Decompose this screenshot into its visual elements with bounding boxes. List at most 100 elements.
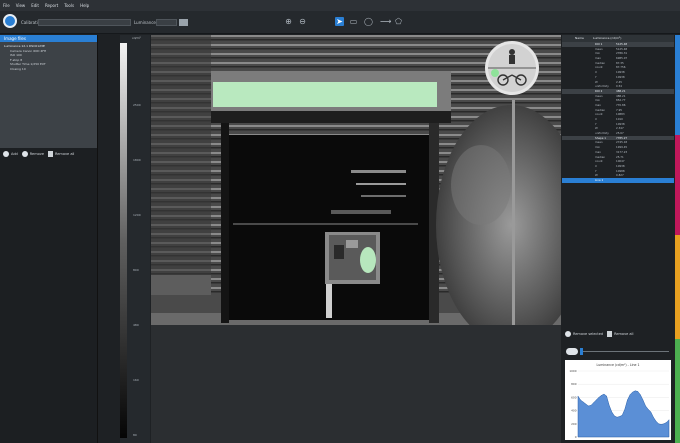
data-point	[580, 399, 581, 401]
data-point	[582, 401, 584, 403]
y-tick-label: 200	[571, 422, 577, 426]
polygon-tool-icon[interactable]: ⬠	[394, 17, 403, 26]
col-name[interactable]: Name	[562, 35, 585, 42]
y-tick-label: 0	[575, 435, 577, 439]
data-point	[650, 411, 652, 413]
plus-icon	[3, 151, 9, 157]
scale-gradient	[120, 43, 127, 438]
rectangle-tool-icon[interactable]: ▭	[349, 17, 358, 26]
remove-all-button[interactable]: Remove all	[48, 151, 74, 157]
select-tool-icon[interactable]: ➤	[335, 17, 344, 26]
file-buttons: Add Remove Remove all	[0, 148, 97, 160]
line-profile-chart: Luminance (cd/m²) - Line 1 1000 800 600 400…	[565, 360, 671, 440]
file-list: Luminance 12.1 DSC0123E Camera Canon 60D…	[0, 42, 97, 73]
color-strip	[675, 35, 680, 443]
data-point	[601, 395, 602, 396]
data-point	[619, 416, 620, 417]
luminance-select[interactable]	[156, 19, 177, 26]
data-point	[666, 422, 667, 423]
cell	[615, 178, 616, 183]
data-point	[668, 419, 670, 421]
chart-svg: Luminance (cd/m²) - Line 1 1000 800 600 400…	[569, 363, 670, 439]
data-point	[634, 390, 636, 392]
cell	[562, 178, 585, 183]
slider-handle[interactable]	[580, 348, 583, 355]
y-tick-label: 600	[571, 395, 577, 399]
data-point	[645, 405, 646, 407]
scale-tick: 800	[133, 268, 139, 272]
menu-tools[interactable]: Tools	[64, 3, 74, 8]
y-tick-label: 400	[571, 409, 577, 413]
menu-view[interactable]: View	[16, 3, 26, 8]
data-point	[640, 394, 641, 396]
data-point	[577, 395, 579, 397]
ellipse-tool-icon[interactable]: ◯	[364, 17, 373, 26]
data-point	[629, 394, 631, 396]
cell: 0.827	[616, 173, 624, 178]
series-area	[577, 390, 670, 438]
data-point	[585, 403, 587, 405]
scale-tick: 1200	[133, 213, 141, 217]
add-button[interactable]: Add	[3, 151, 18, 157]
y-tick-label: 800	[571, 382, 577, 386]
data-point	[603, 393, 605, 395]
zoom-in-icon[interactable]: ⊕	[284, 17, 293, 26]
data-point	[614, 415, 615, 417]
data-point	[624, 409, 626, 410]
data-point	[637, 391, 639, 392]
data-point	[642, 399, 644, 401]
trash-icon	[607, 331, 613, 337]
minus-icon	[565, 331, 571, 337]
measure-buttons: Remove selected Remove all	[565, 331, 634, 337]
line-tool-icon[interactable]: ⟶	[380, 17, 391, 26]
chart-title: Luminance (cd/m²) - Line 1	[596, 363, 639, 367]
cell: Line 1	[595, 177, 604, 182]
image-files-panel: Image files Luminance 12.1 DSC0123E Came…	[0, 35, 98, 443]
trash-icon	[48, 151, 53, 157]
color-strip-segment	[675, 35, 680, 135]
remove-button[interactable]: Remove	[21, 151, 44, 157]
slider-track[interactable]	[581, 351, 669, 352]
selected-row[interactable]: Line 1	[562, 177, 674, 183]
menu-bar: File View Edit Report Tools Help	[0, 0, 680, 11]
toggle-switch[interactable]	[566, 348, 578, 355]
data-point	[658, 423, 659, 425]
data-point	[660, 424, 662, 425]
zoom-out-icon[interactable]: ⊖	[298, 17, 307, 26]
data-point	[627, 399, 628, 401]
file-detail: Closing 10	[10, 66, 26, 71]
panel-title: Image files	[0, 35, 97, 42]
menu-help[interactable]: Help	[80, 3, 89, 8]
color-map-icon[interactable]	[179, 19, 188, 26]
menu-file[interactable]: File	[3, 3, 10, 8]
color-strip-segment	[675, 339, 680, 443]
data-point	[653, 416, 654, 418]
remove-selected-button[interactable]: Remove selected	[565, 331, 603, 337]
data-point	[663, 423, 665, 425]
data-point	[593, 402, 594, 403]
data-point	[647, 409, 649, 410]
minus-icon	[21, 151, 28, 157]
color-strip-segment	[675, 135, 680, 235]
menu-edit[interactable]: Edit	[31, 3, 39, 8]
data-point	[621, 414, 623, 416]
data-point	[611, 411, 613, 413]
measurement-table: ROI 1 5125.48 mean 5125.48 min 2786.31 max 6985…	[562, 42, 674, 183]
luminance-label: Luminance	[134, 20, 156, 25]
luminance-image[interactable]	[151, 35, 561, 325]
calibration-select[interactable]	[38, 19, 131, 26]
col-value[interactable]: Luminance (cd/m²)	[585, 35, 621, 42]
color-strip-segment	[675, 235, 680, 339]
luminance-scale: cd/m² 2500 1800 1200 800 480 160 80	[120, 35, 150, 443]
data-point	[595, 399, 597, 401]
scale-tick: 80	[133, 433, 137, 437]
y-tick-label: 1000	[569, 369, 576, 373]
scale-unit: cd/m²	[132, 36, 141, 40]
remove-all-measures-button[interactable]: Remove all	[607, 331, 634, 337]
data-point	[632, 391, 633, 393]
scale-tick: 1800	[133, 158, 141, 162]
menu-report[interactable]: Report	[45, 3, 58, 8]
data-point	[588, 405, 589, 407]
data-point	[608, 405, 610, 406]
file-list-area	[0, 73, 97, 148]
